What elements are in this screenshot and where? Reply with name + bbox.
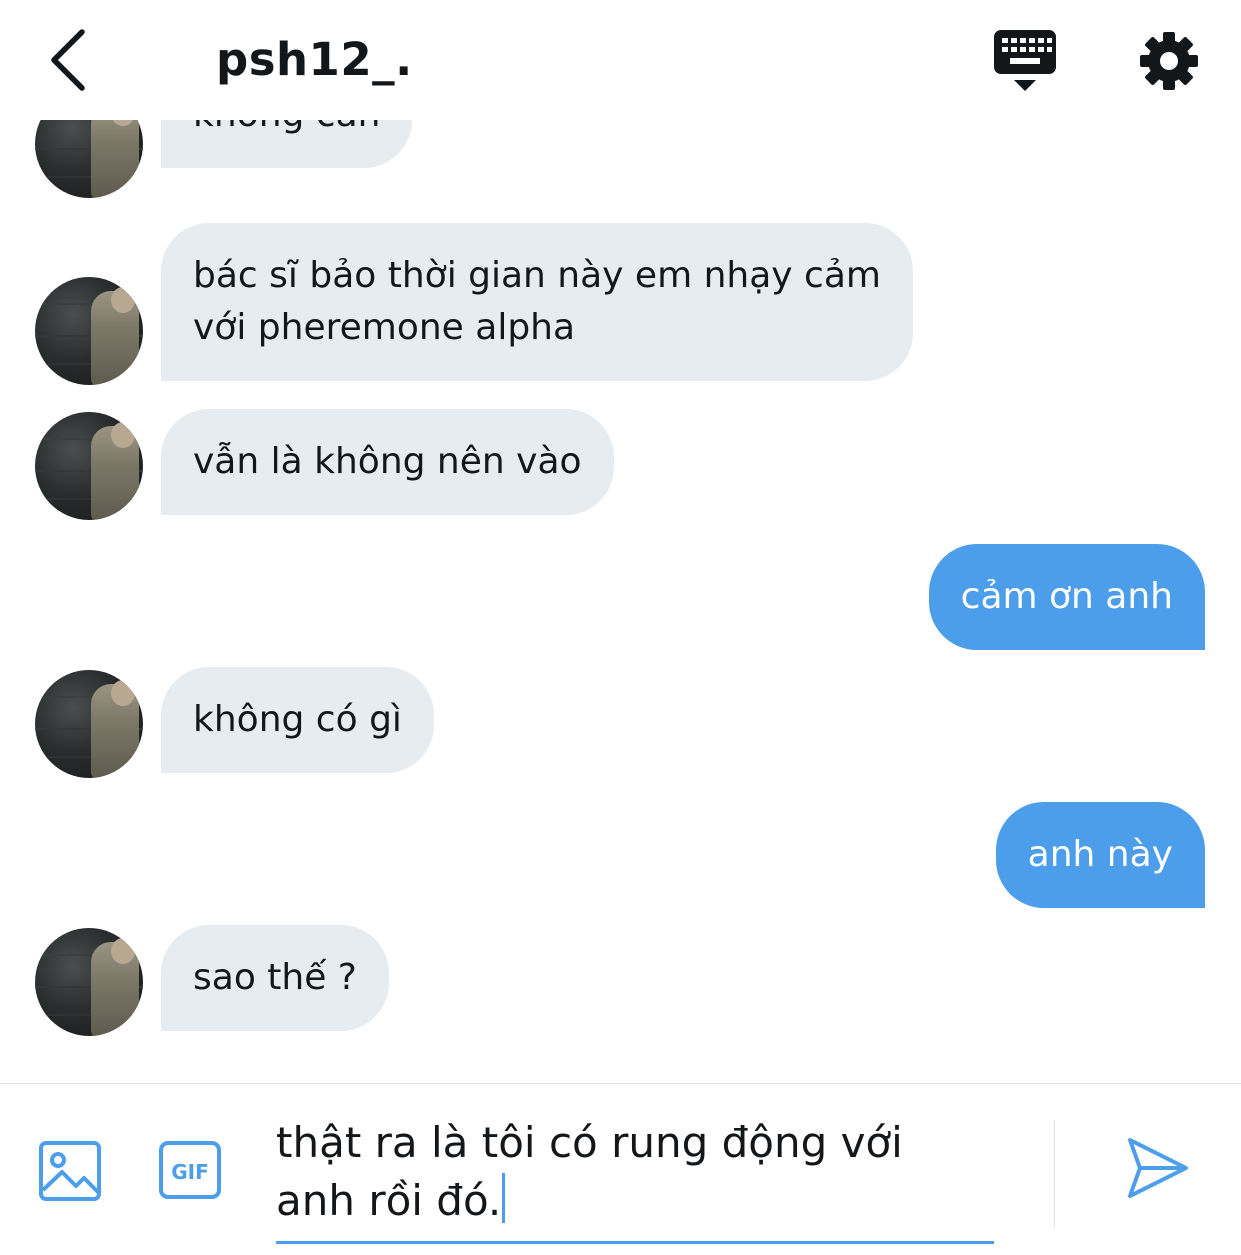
keyboard-button[interactable]: [990, 28, 1060, 94]
message-input[interactable]: thật ra là tôi có rung động với anh rồi …: [276, 1114, 994, 1244]
conversation-title[interactable]: psh12_.: [216, 30, 413, 90]
outgoing-message-bubble[interactable]: cảm ơn anh: [928, 544, 1205, 650]
chevron-left-icon: [51, 29, 85, 91]
avatar[interactable]: [35, 670, 143, 778]
send-icon: [1128, 1138, 1188, 1198]
image-icon: [39, 1141, 101, 1201]
add-photo-button[interactable]: [38, 1140, 104, 1204]
incoming-message-bubble[interactable]: không cần: [161, 120, 413, 168]
text-caret: [502, 1173, 506, 1223]
gif-icon: GIF: [159, 1141, 221, 1199]
send-button[interactable]: [1122, 1132, 1192, 1202]
incoming-message-bubble[interactable]: sao thế ?: [161, 925, 389, 1031]
incoming-message-bubble[interactable]: bác sĩ bảo thời gian này em nhạy cảm với…: [161, 223, 913, 381]
outgoing-message-bubble[interactable]: anh này: [995, 802, 1205, 908]
incoming-message-bubble[interactable]: không có gì: [161, 667, 434, 773]
message-input-text: thật ra là tôi có rung động với anh rồi …: [276, 1118, 903, 1225]
avatar[interactable]: [35, 412, 143, 520]
incoming-message-bubble[interactable]: vẫn là không nên vào: [161, 409, 614, 515]
settings-button[interactable]: [1134, 26, 1204, 96]
avatar[interactable]: [35, 277, 143, 385]
composer-divider: [1054, 1120, 1055, 1228]
message-composer: GIF thật ra là tôi có rung động với anh …: [0, 1083, 1241, 1255]
avatar[interactable]: [35, 120, 143, 198]
gear-icon: [1140, 32, 1198, 90]
keyboard-icon: [994, 30, 1056, 91]
back-button[interactable]: [40, 26, 96, 94]
add-gif-button[interactable]: GIF: [158, 1140, 224, 1202]
message-list[interactable]: không cần bác sĩ bảo thời gian này em nh…: [0, 120, 1241, 1083]
conversation-header: psh12_.: [0, 0, 1241, 120]
avatar[interactable]: [35, 928, 143, 1036]
gif-label: GIF: [171, 1160, 209, 1184]
